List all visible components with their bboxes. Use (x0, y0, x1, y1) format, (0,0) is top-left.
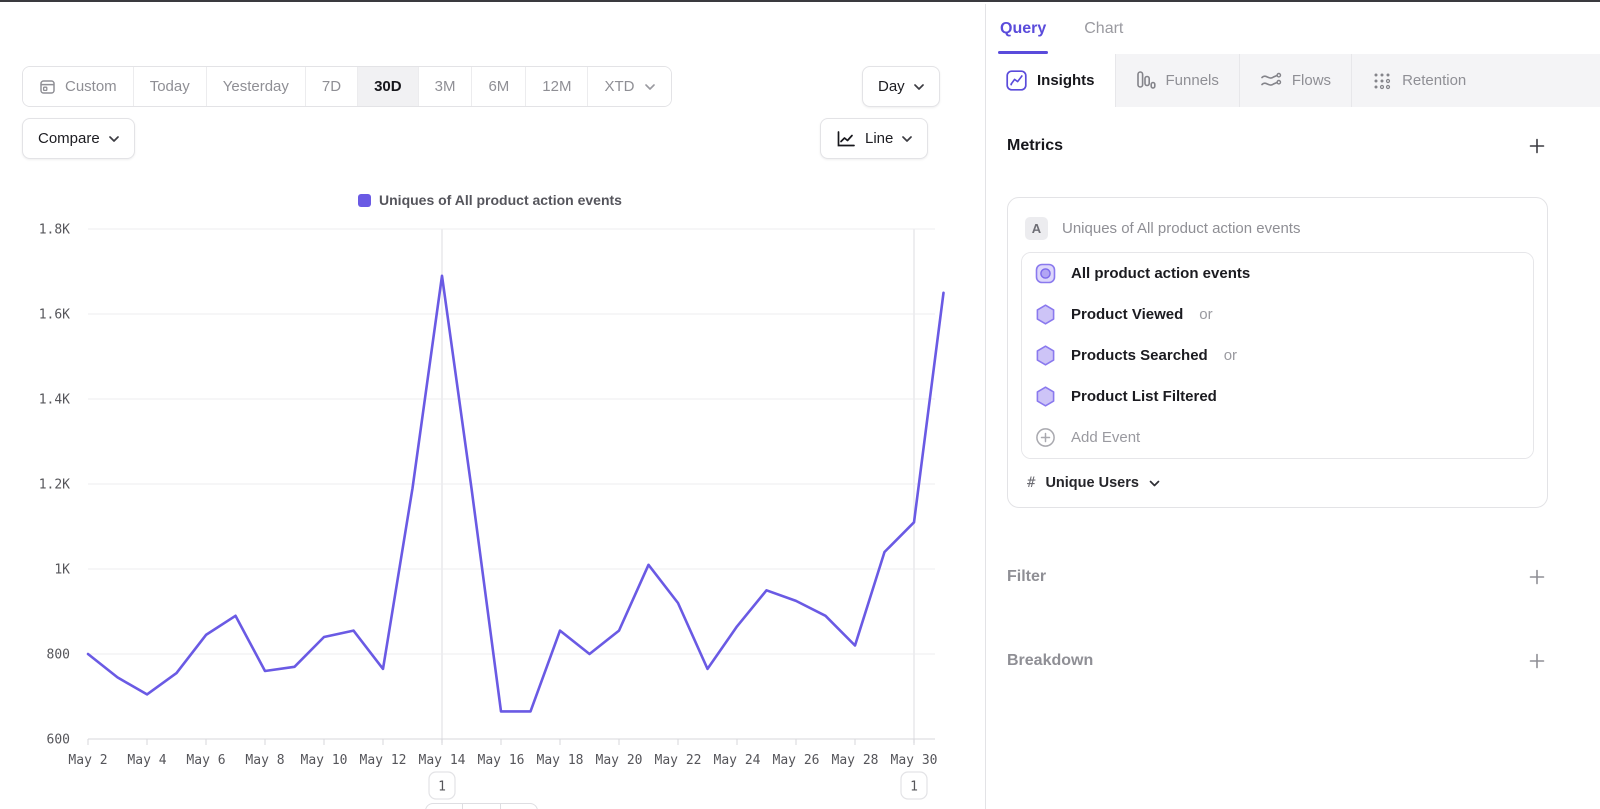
annotation-badge[interactable]: 1 (429, 772, 455, 799)
range-xtd-button[interactable]: XTD (588, 67, 671, 106)
chart-legend[interactable]: Uniques of All product action events (40, 192, 940, 208)
range-label: Custom (65, 78, 117, 95)
metrics-section-head: Metrics (1007, 135, 1548, 157)
event-hexagon-icon (1034, 344, 1057, 367)
number-symbol: # (1027, 475, 1035, 491)
range-30d-button[interactable]: 30D (358, 67, 419, 106)
svg-text:600: 600 (47, 733, 70, 748)
event-row-all-product-action-events[interactable]: All product action events (1022, 253, 1533, 294)
range-yesterday-button[interactable]: Yesterday (207, 67, 306, 106)
event-row-products-searched[interactable]: Products Searched or (1022, 335, 1533, 376)
report-type-tabs: Insights Funnels Flows Retention (986, 54, 1600, 107)
range-today-button[interactable]: Today (134, 67, 207, 106)
line-chart-icon (836, 130, 856, 148)
svg-text:May 8: May 8 (245, 753, 284, 768)
svg-text:May 4: May 4 (127, 753, 166, 768)
chevron-down-icon (1149, 480, 1160, 487)
tab-funnels[interactable]: Funnels (1115, 54, 1239, 107)
date-range-bar: Custom Today Yesterday 7D 30D 3M 6M 12M … (22, 66, 672, 107)
metric-card: A Uniques of All product action events A… (1007, 197, 1548, 508)
svg-text:1: 1 (910, 780, 918, 795)
range-3m-button[interactable]: 3M (419, 67, 473, 106)
custom-event-icon (1034, 262, 1057, 285)
svg-text:May 10: May 10 (301, 753, 348, 768)
event-row-product-viewed[interactable]: Product Viewed or (1022, 294, 1533, 335)
svg-text:1.8K: 1.8K (39, 223, 70, 238)
tab-flows[interactable]: Flows (1239, 54, 1351, 107)
panel-top-tabs: Query Chart (986, 4, 1600, 54)
svg-text:May 28: May 28 (832, 753, 879, 768)
events-card: All product action events Product Viewed… (1021, 252, 1534, 459)
chart-pager-partial[interactable] (425, 803, 538, 809)
svg-text:May 22: May 22 (655, 753, 702, 768)
add-metric-button[interactable] (1526, 135, 1548, 157)
range-7d-button[interactable]: 7D (306, 67, 358, 106)
svg-text:May 14: May 14 (419, 753, 466, 768)
chart-canvas[interactable]: 600 800 1K 1.2K 1.4K 1.6K 1.8K May 2 May 4 May 6 M… (0, 214, 984, 809)
tab-retention[interactable]: Retention (1351, 54, 1600, 107)
add-filter-button[interactable] (1526, 566, 1548, 588)
svg-text:1: 1 (438, 780, 446, 795)
svg-text:May 26: May 26 (773, 753, 820, 768)
svg-text:May 16: May 16 (478, 753, 525, 768)
chevron-down-icon (109, 136, 119, 142)
event-hexagon-icon (1034, 303, 1057, 326)
annotation-badge[interactable]: 1 (901, 772, 927, 799)
series-title: Uniques of All product action events (1062, 220, 1300, 237)
range-12m-button[interactable]: 12M (526, 67, 588, 106)
filter-title: Filter (1007, 568, 1046, 586)
svg-text:1.4K: 1.4K (39, 393, 70, 408)
event-row-product-list-filtered[interactable]: Product List Filtered (1022, 376, 1533, 417)
svg-text:May 2: May 2 (68, 753, 107, 768)
svg-text:May 12: May 12 (360, 753, 407, 768)
svg-text:1.2K: 1.2K (39, 478, 70, 493)
breakdown-title: Breakdown (1007, 652, 1093, 670)
metric-series-header[interactable]: A Uniques of All product action events (1021, 211, 1534, 252)
legend-swatch (358, 194, 371, 207)
insights-icon (1006, 70, 1027, 91)
add-breakdown-button[interactable] (1526, 650, 1548, 672)
legend-label: Uniques of All product action events (379, 192, 622, 208)
svg-text:1K: 1K (54, 563, 70, 578)
compare-dropdown[interactable]: Compare (22, 118, 135, 159)
aggregation-dropdown[interactable]: # Unique Users (1021, 459, 1534, 507)
range-6m-button[interactable]: 6M (472, 67, 526, 106)
query-panel: Query Chart Insights Funnels Flows Ret (985, 4, 1600, 809)
svg-text:May 30: May 30 (891, 753, 938, 768)
metrics-title: Metrics (1007, 137, 1063, 155)
retention-icon (1372, 71, 1392, 91)
flows-icon (1260, 71, 1282, 91)
granularity-dropdown[interactable]: Day (862, 66, 940, 107)
tab-chart[interactable]: Chart (1084, 4, 1123, 54)
event-hexagon-icon (1034, 385, 1057, 408)
calendar-icon (39, 78, 56, 95)
funnels-icon (1136, 70, 1156, 91)
breakdown-section-head: Breakdown (1007, 650, 1548, 672)
chevron-down-icon (914, 84, 924, 90)
tab-query[interactable]: Query (1000, 4, 1046, 54)
chart-region: Custom Today Yesterday 7D 30D 3M 6M 12M … (0, 4, 984, 809)
chevron-down-icon (645, 84, 655, 90)
svg-text:May 6: May 6 (186, 753, 225, 768)
add-circle-icon (1034, 426, 1057, 449)
add-event-button[interactable]: Add Event (1022, 417, 1533, 458)
tab-insights[interactable]: Insights (986, 54, 1115, 107)
svg-text:May 20: May 20 (596, 753, 643, 768)
svg-text:May 24: May 24 (714, 753, 761, 768)
svg-text:800: 800 (47, 648, 70, 663)
chevron-down-icon (902, 136, 912, 142)
range-custom-button[interactable]: Custom (23, 67, 134, 106)
svg-text:May 18: May 18 (537, 753, 584, 768)
svg-text:1.6K: 1.6K (39, 308, 70, 323)
chart-type-dropdown[interactable]: Line (820, 118, 928, 159)
filter-section-head: Filter (1007, 566, 1548, 588)
series-letter-badge: A (1025, 217, 1048, 240)
